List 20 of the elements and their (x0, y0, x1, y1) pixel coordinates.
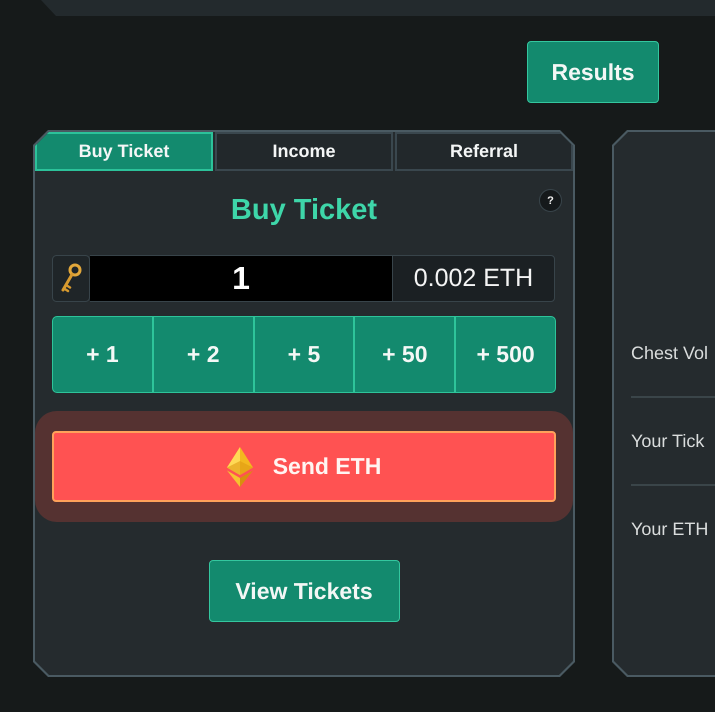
stat-label: Chest Vol (631, 342, 708, 364)
increment-button[interactable]: + 500 (455, 316, 556, 393)
key-icon (52, 255, 90, 302)
tab[interactable]: Income (215, 132, 393, 171)
help-button[interactable]: ? (539, 189, 562, 212)
increment-button[interactable]: + 1 (52, 316, 153, 393)
view-tickets-button[interactable]: View Tickets (208, 560, 400, 622)
price-display: 0.002 ETH (392, 255, 555, 302)
increment-button[interactable]: + 50 (354, 316, 456, 393)
send-button[interactable]: Send ETH (52, 431, 556, 502)
eth-icon (226, 446, 253, 486)
increment-button[interactable]: + 5 (254, 316, 354, 393)
tab[interactable]: Referral (395, 132, 573, 171)
stat-label: Your Tick (631, 430, 704, 452)
results-button[interactable]: Results (527, 41, 659, 103)
tab[interactable]: Buy Ticket (35, 132, 213, 171)
panel-title: Buy Ticket (230, 193, 378, 227)
increment-button[interactable]: + 2 (152, 316, 254, 393)
stat-label: Your ETH (631, 518, 708, 540)
quantity-input[interactable]: 1 (90, 255, 392, 302)
